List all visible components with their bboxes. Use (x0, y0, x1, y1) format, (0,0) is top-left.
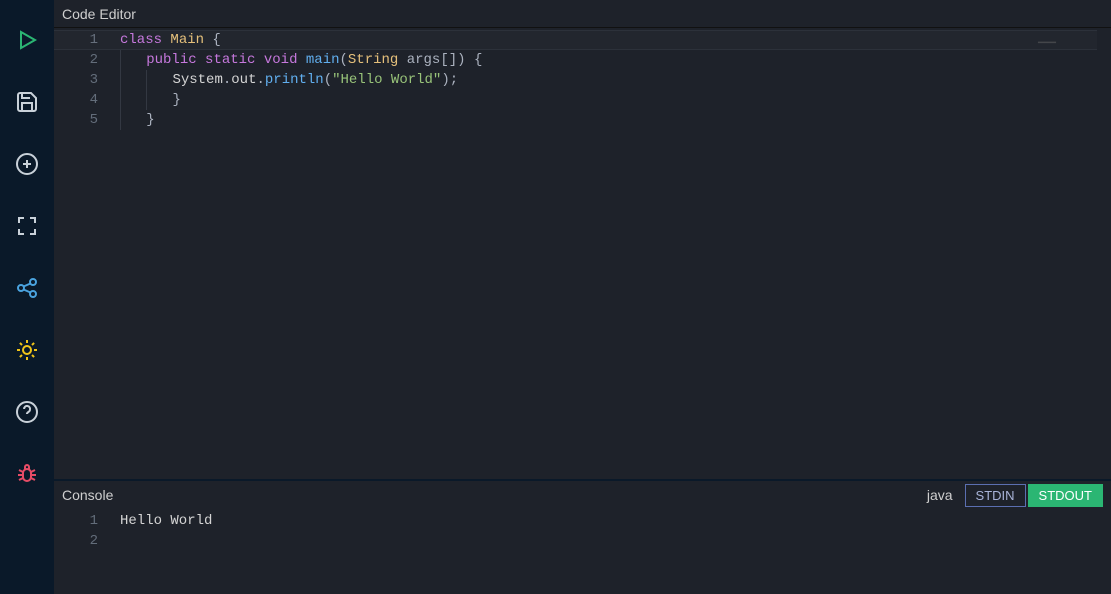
main-area: Code Editor 12345 class Main { public st… (54, 0, 1111, 594)
vertical-scrollbar[interactable] (1097, 28, 1111, 479)
editor-pane: 12345 class Main { public static void ma… (54, 28, 1111, 479)
share-button[interactable] (0, 263, 54, 313)
console-panel: Console java STDIN STDOUT 12 Hello World (54, 479, 1111, 594)
editor-header: Code Editor (54, 0, 1111, 28)
help-icon (15, 400, 39, 424)
console-body[interactable]: 12 Hello World (54, 509, 1111, 594)
help-button[interactable] (0, 387, 54, 437)
share-icon (15, 276, 39, 300)
console-output: Hello World (108, 509, 212, 594)
editor-title: Code Editor (62, 6, 136, 22)
minimap[interactable]: ▂▂▂▂▂▂ (1038, 31, 1056, 51)
run-button[interactable] (0, 15, 54, 65)
bug-icon (15, 462, 39, 486)
add-button[interactable] (0, 139, 54, 189)
console-gutter: 12 (54, 509, 108, 594)
language-label: java (927, 487, 953, 503)
plus-circle-icon (15, 152, 39, 176)
sun-icon (15, 338, 39, 362)
fullscreen-button[interactable] (0, 201, 54, 251)
save-button[interactable] (0, 77, 54, 127)
stdout-tab[interactable]: STDOUT (1028, 484, 1103, 507)
play-icon (15, 28, 39, 52)
theme-button[interactable] (0, 325, 54, 375)
console-header: Console java STDIN STDOUT (54, 481, 1111, 509)
debug-button[interactable] (0, 449, 54, 499)
sidebar (0, 0, 54, 594)
code-editor[interactable]: 12345 class Main { public static void ma… (54, 28, 1111, 479)
stdin-tab[interactable]: STDIN (965, 484, 1026, 507)
save-icon (15, 90, 39, 114)
console-title: Console (62, 487, 113, 503)
fullscreen-icon (15, 214, 39, 238)
code-content[interactable]: class Main { public static void main(Str… (108, 28, 1097, 479)
line-gutter: 12345 (54, 28, 108, 479)
